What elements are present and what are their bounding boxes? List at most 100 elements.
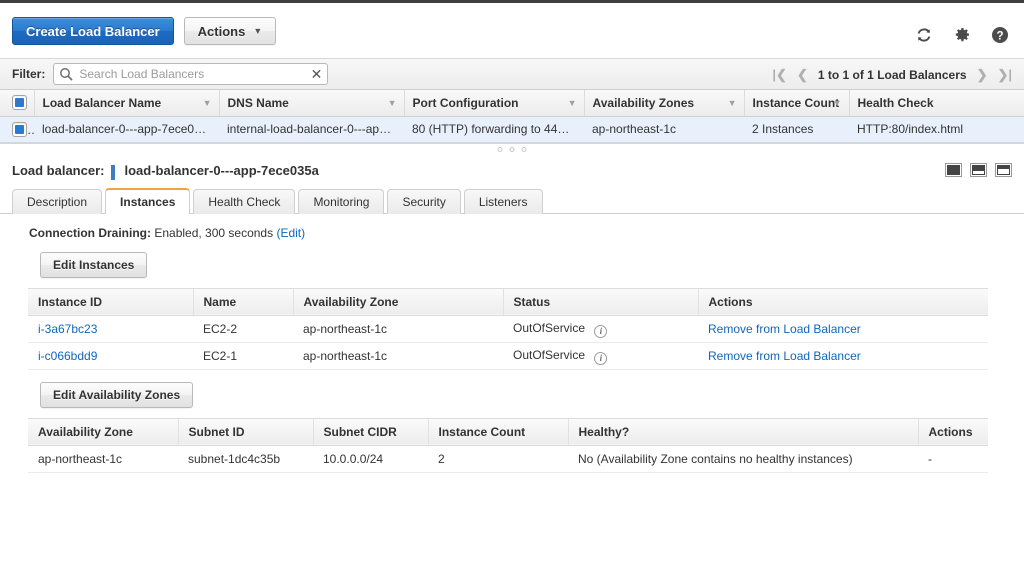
detail-header-label: Load balancer: <box>12 163 105 178</box>
column-label: Instance Count <box>752 95 840 110</box>
tab-label: Health Check <box>208 194 281 209</box>
chevron-down-icon[interactable]: ▼ <box>728 98 737 108</box>
cell-availability-zone: ap-northeast-1c <box>293 342 503 370</box>
row-checkbox[interactable] <box>12 121 27 137</box>
help-icon[interactable]: ? <box>990 25 1010 45</box>
cell-instance-count: 2 <box>428 445 568 473</box>
cell-instance-name: EC2-2 <box>193 315 293 343</box>
column-header-actions: Actions <box>917 417 988 446</box>
tab-label: Monitoring <box>313 194 370 209</box>
column-header-healthy: Healthy? <box>567 417 918 446</box>
column-header-name: Name <box>192 287 293 316</box>
cell-subnet-cidr: 10.0.0.0/24 <box>313 445 428 473</box>
chevron-down-icon[interactable]: ▼ <box>568 98 577 108</box>
detail-accent-bar <box>111 165 116 180</box>
instance-id-link[interactable]: i-3a67bc23 <box>38 322 97 336</box>
create-load-balancer-button[interactable]: Create Load Balancer <box>12 17 174 45</box>
create-load-balancer-label: Create Load Balancer <box>26 23 160 39</box>
chevron-down-icon[interactable]: ▼ <box>388 98 397 108</box>
cell-availability-zones: ap-northeast-1c <box>584 116 744 142</box>
column-header-availability-zones[interactable]: Availability Zones ▼ <box>583 90 744 117</box>
edit-availability-zones-label: Edit Availability Zones <box>53 387 181 402</box>
column-header-status: Status <box>502 287 698 316</box>
table-row[interactable]: load-balancer-0---app-7ece0… internal-lo… <box>0 116 1024 142</box>
column-header-subnet-id: Subnet ID <box>177 417 313 446</box>
actions-button[interactable]: Actions ▼ <box>183 17 277 45</box>
select-all-header <box>0 90 34 117</box>
pagination-first-button[interactable]: |❮ <box>772 67 787 83</box>
tab-health-check[interactable]: Health Check <box>193 188 296 214</box>
actions-label: Actions <box>197 23 246 39</box>
availability-zones-table: Availability Zone Subnet ID Subnet CIDR … <box>28 417 988 473</box>
filter-label: Filter: <box>12 67 46 81</box>
column-header-health-check[interactable]: Health Check <box>848 90 1024 117</box>
detail-header: Load balancer: load-balancer-0---app-7ec… <box>0 155 1024 187</box>
refresh-icon[interactable] <box>914 25 934 45</box>
column-header-availability-zone: Availability Zone <box>292 287 503 316</box>
cell-instance-count: 2 Instances <box>744 116 849 142</box>
chevron-down-icon[interactable]: ▼ <box>833 98 842 108</box>
connection-draining-edit-link[interactable]: (Edit) <box>276 226 305 240</box>
column-header-subnet-cidr: Subnet CIDR <box>312 417 428 446</box>
column-header-port-configuration[interactable]: Port Configuration ▼ <box>403 90 584 117</box>
select-all-checkbox[interactable] <box>12 95 27 111</box>
info-icon[interactable]: i <box>594 351 608 365</box>
column-header-instance-count[interactable]: Instance Count ▼ <box>743 90 849 117</box>
column-header-load-balancer-name[interactable]: Load Balancer Name ▼ <box>33 90 219 117</box>
cell-availability-zone: ap-northeast-1c <box>293 315 503 343</box>
column-label: Health Check <box>857 95 934 110</box>
cell-instance-name: EC2-1 <box>193 342 293 370</box>
row-select-cell <box>0 116 34 142</box>
splitter-grip-icon <box>497 146 527 152</box>
cell-load-balancer-name: load-balancer-0---app-7ece0… <box>34 116 219 142</box>
cell-actions: Remove from Load Balancer <box>698 315 988 343</box>
cell-status: OutOfService i <box>503 342 698 370</box>
clear-search-icon[interactable]: ✕ <box>311 66 323 82</box>
tab-monitoring[interactable]: Monitoring <box>298 188 385 214</box>
column-header-instance-id: Instance ID <box>28 287 193 316</box>
tab-label: Description <box>27 194 88 209</box>
load-balancer-table-header: Load Balancer Name ▼ DNS Name ▼ Port Con… <box>0 90 1024 117</box>
chevron-down-icon[interactable]: ▼ <box>203 98 212 108</box>
column-header-actions: Actions <box>697 287 988 316</box>
info-icon[interactable]: i <box>594 324 608 338</box>
column-header-dns-name[interactable]: DNS Name ▼ <box>218 90 404 117</box>
panel-layout-split-icon[interactable] <box>970 162 987 177</box>
pagination-controls: |❮ ❮ 1 to 1 of 1 Load Balancers ❯ ❯| <box>772 59 1012 91</box>
tab-listeners[interactable]: Listeners <box>463 188 543 214</box>
table-row: ap-northeast-1c subnet-1dc4c35b 10.0.0.0… <box>28 445 988 473</box>
instances-table: Instance ID Name Availability Zone Statu… <box>28 287 988 370</box>
pagination-summary: 1 to 1 of 1 Load Balancers <box>817 68 967 82</box>
edit-availability-zones-button[interactable]: Edit Availability Zones <box>40 381 194 408</box>
panel-splitter[interactable] <box>0 142 1024 155</box>
pagination-prev-button[interactable]: ❮ <box>797 67 808 83</box>
tab-instances[interactable]: Instances <box>105 187 191 215</box>
toolbar-icon-group: ? <box>914 25 1010 45</box>
column-label: Load Balancer Name <box>42 95 162 110</box>
edit-instances-button[interactable]: Edit Instances <box>40 251 148 278</box>
pagination-last-button[interactable]: ❯| <box>997 67 1012 83</box>
search-input[interactable] <box>53 63 329 85</box>
cell-instance-id: i-3a67bc23 <box>28 315 193 343</box>
tab-label: Security <box>402 194 446 209</box>
connection-draining-value: Enabled, 300 seconds <box>154 225 274 240</box>
tab-description[interactable]: Description <box>12 188 103 214</box>
column-header-availability-zone: Availability Zone <box>28 417 178 446</box>
svg-text:?: ? <box>996 30 1003 42</box>
instance-id-link[interactable]: i-c066bdd9 <box>38 349 97 363</box>
panel-layout-bottom-icon[interactable] <box>945 162 962 177</box>
pagination-next-button[interactable]: ❯ <box>977 67 988 83</box>
status-text: OutOfService <box>513 321 586 336</box>
tab-security[interactable]: Security <box>387 188 461 214</box>
chevron-down-icon: ▼ <box>253 26 263 36</box>
edit-instances-label: Edit Instances <box>53 257 135 272</box>
column-header-instance-count: Instance Count <box>427 417 568 446</box>
table-row: i-c066bdd9 EC2-1 ap-northeast-1c OutOfSe… <box>28 342 988 370</box>
cell-health-check: HTTP:80/index.html <box>849 116 1024 142</box>
remove-from-load-balancer-link[interactable]: Remove from Load Balancer <box>708 349 861 363</box>
remove-from-load-balancer-link[interactable]: Remove from Load Balancer <box>708 322 861 336</box>
cell-actions: - <box>918 445 988 473</box>
panel-layout-top-icon[interactable] <box>995 162 1012 177</box>
gear-icon[interactable] <box>952 25 972 45</box>
instances-table-header: Instance ID Name Availability Zone Statu… <box>28 287 988 316</box>
